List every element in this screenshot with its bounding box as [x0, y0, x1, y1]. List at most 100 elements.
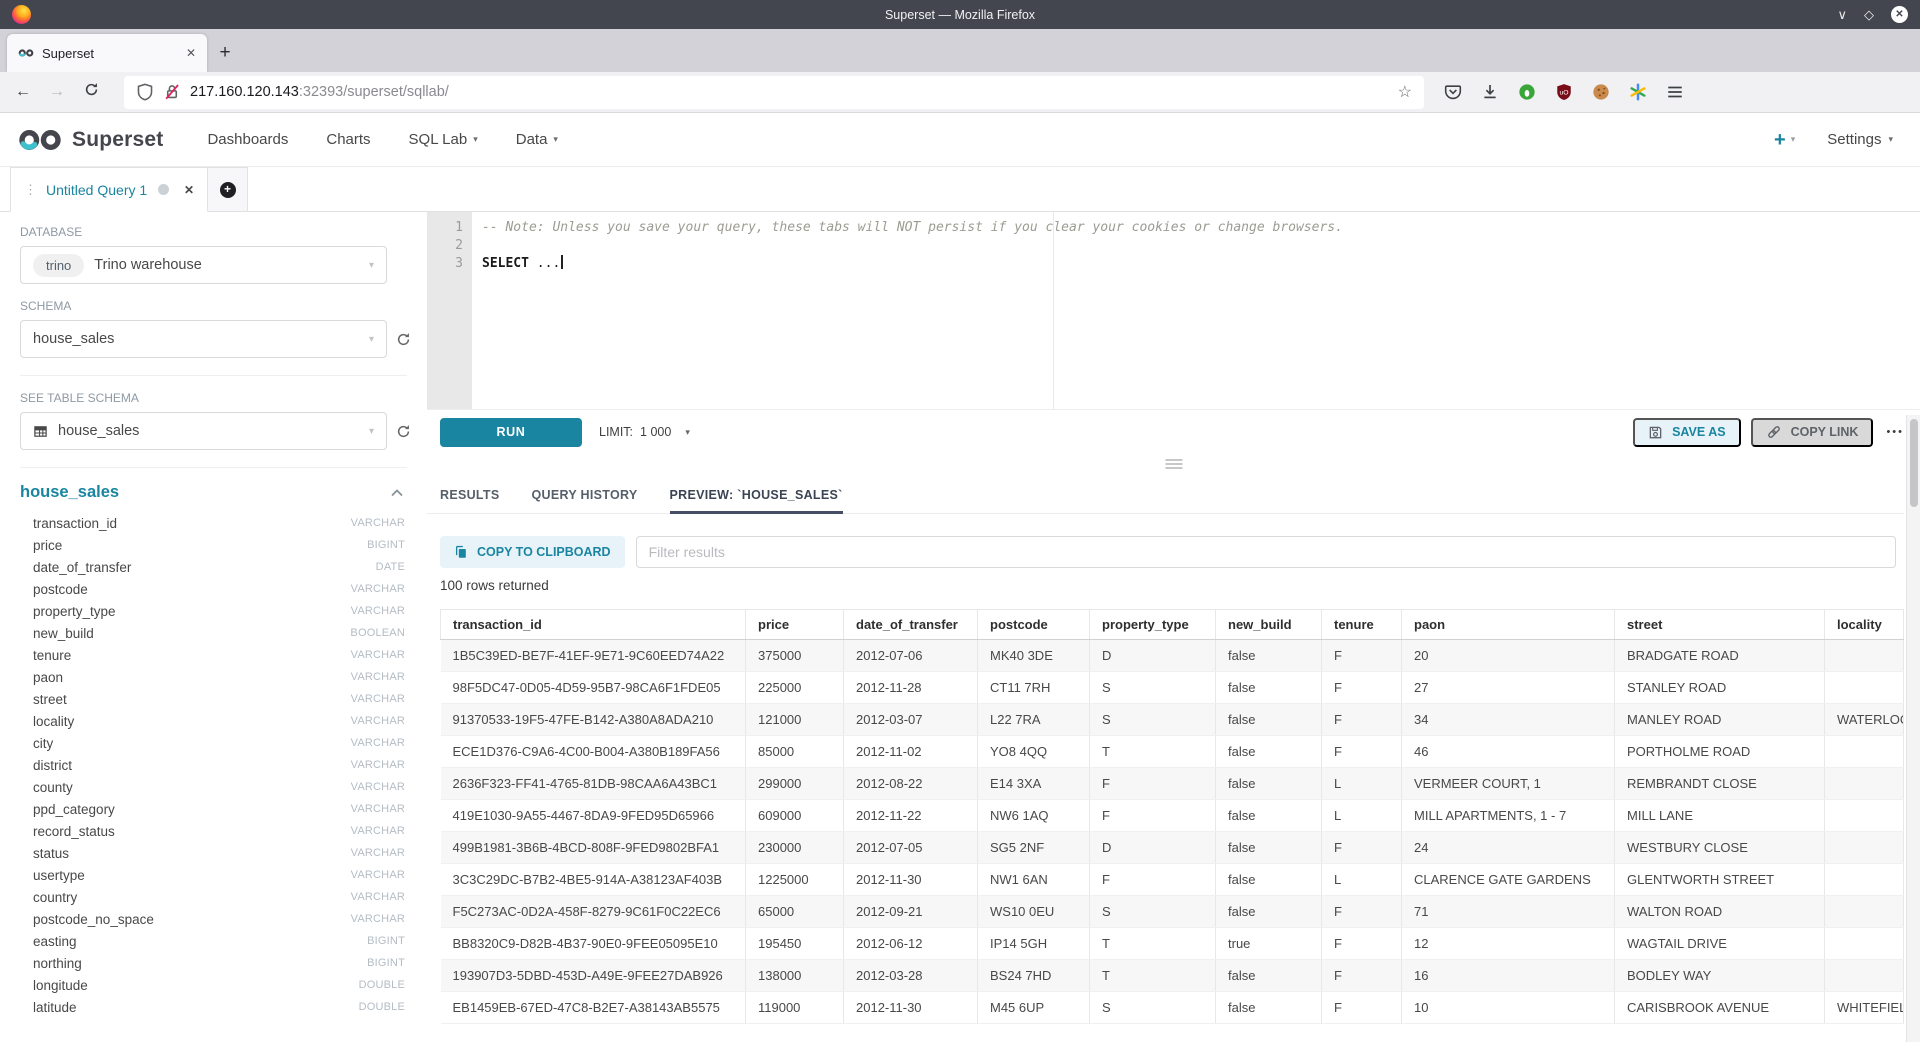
- table-cell: F: [1322, 672, 1402, 704]
- vertical-scrollbar[interactable]: [1906, 415, 1920, 1042]
- url-bar[interactable]: 217.160.120.143:32393/superset/sqllab/ ☆: [124, 76, 1424, 109]
- new-tab-button[interactable]: +: [207, 34, 243, 72]
- window-maximize-icon[interactable]: ◇: [1864, 8, 1874, 21]
- nav-item-sql-lab[interactable]: SQL Lab▾: [409, 131, 478, 148]
- column-name: locality: [33, 714, 74, 729]
- filter-results-input[interactable]: [636, 536, 1896, 568]
- column-type: VARCHAR: [351, 517, 405, 529]
- superset-logo[interactable]: Superset: [17, 128, 163, 152]
- column-header-tenure[interactable]: tenure: [1322, 610, 1402, 640]
- limit-dropdown[interactable]: LIMIT: 1 000 ▾: [599, 425, 690, 439]
- window-close-icon[interactable]: ✕: [1891, 6, 1908, 23]
- table-cell: EB1459EB-67ED-47C8-B2E7-A38143AB5575: [441, 992, 746, 1024]
- column-header-new_build[interactable]: new_build: [1216, 610, 1322, 640]
- schema-select[interactable]: house_sales ▾: [20, 320, 387, 358]
- column-name: latitude: [33, 1000, 77, 1015]
- tab-close-icon[interactable]: ✕: [186, 46, 196, 60]
- table-cell: F: [1090, 864, 1216, 896]
- caret-down-icon: ▾: [553, 134, 558, 145]
- browser-tab-superset[interactable]: Superset ✕: [7, 34, 207, 72]
- tab-query-history[interactable]: QUERY HISTORY: [532, 480, 638, 513]
- table-cell: D: [1090, 640, 1216, 672]
- insecure-lock-icon[interactable]: [163, 83, 181, 101]
- window-minimize-icon[interactable]: ∨: [1837, 8, 1847, 21]
- cookie-extension-icon[interactable]: [1592, 83, 1610, 101]
- refresh-schemas-button[interactable]: [396, 332, 411, 347]
- pane-resize-handle[interactable]: [1165, 459, 1182, 471]
- table-row: F5C273AC-0D2A-458F-8279-9C61F0C22EC66500…: [441, 896, 1904, 928]
- table-cell: WHITEFIELD: [1825, 992, 1904, 1024]
- nav-item-dashboards[interactable]: Dashboards: [207, 131, 288, 148]
- schema-column-row: streetVARCHAR: [33, 688, 405, 710]
- schema-column-row: paonVARCHAR: [33, 666, 405, 688]
- column-header-street[interactable]: street: [1615, 610, 1825, 640]
- line-number: 1: [427, 219, 463, 237]
- plus-circle-icon: +: [220, 182, 236, 198]
- run-query-button[interactable]: RUN: [440, 418, 582, 447]
- table-cell: CARISBROOK AVENUE: [1615, 992, 1825, 1024]
- column-header-price[interactable]: price: [746, 610, 844, 640]
- editor-toolbar: RUN LIMIT: 1 000 ▾ SAVE AS: [427, 410, 1904, 454]
- column-name: record_status: [33, 824, 115, 839]
- new-query-tab-button[interactable]: +: [208, 167, 248, 211]
- tab-menu-dots-icon[interactable]: ⋮: [24, 182, 37, 198]
- ublock-origin-icon[interactable]: uO: [1555, 83, 1573, 101]
- column-type: VARCHAR: [351, 869, 405, 881]
- column-header-property_type[interactable]: property_type: [1090, 610, 1216, 640]
- multicolor-asterisk-extension-icon[interactable]: [1629, 83, 1647, 101]
- refresh-icon: [396, 332, 411, 347]
- schema-column-row: new_buildBOOLEAN: [33, 622, 405, 644]
- downloads-icon[interactable]: [1481, 83, 1499, 101]
- table-cell: MANLEY ROAD: [1615, 704, 1825, 736]
- table-cell: [1825, 896, 1904, 928]
- nav-item-charts[interactable]: Charts: [326, 131, 370, 148]
- table-cell: M45 6UP: [978, 992, 1090, 1024]
- copy-to-clipboard-button[interactable]: COPY TO CLIPBOARD: [440, 536, 625, 568]
- save-as-button[interactable]: SAVE AS: [1633, 418, 1741, 447]
- column-header-date_of_transfer[interactable]: date_of_transfer: [844, 610, 978, 640]
- caret-down-icon: ▾: [685, 427, 690, 438]
- brand-name: Superset: [72, 128, 163, 152]
- back-button[interactable]: ←: [12, 83, 34, 101]
- schema-column-row: property_typeVARCHAR: [33, 600, 405, 622]
- tracking-shield-icon[interactable]: [136, 83, 154, 101]
- column-header-locality[interactable]: locality: [1825, 610, 1904, 640]
- database-select[interactable]: trino Trino warehouse ▾: [20, 246, 387, 284]
- column-name: district: [33, 758, 72, 773]
- blank-line: [482, 237, 1920, 255]
- table-cell: [1825, 960, 1904, 992]
- table-cell: 65000: [746, 896, 844, 928]
- query-tab-close-icon[interactable]: ✕: [184, 183, 194, 197]
- settings-menu[interactable]: Settings▾: [1827, 131, 1893, 148]
- column-name: new_build: [33, 626, 94, 641]
- query-tab-active[interactable]: ⋮ Untitled Query 1 ✕: [10, 167, 208, 212]
- scrollbar-thumb[interactable]: [1910, 419, 1918, 507]
- nav-item-data[interactable]: Data▾: [516, 131, 558, 148]
- table-cell: 121000: [746, 704, 844, 736]
- column-header-paon[interactable]: paon: [1402, 610, 1615, 640]
- bookmark-star-icon[interactable]: ☆: [1398, 82, 1412, 102]
- clipboard-copy-icon: [454, 545, 468, 559]
- editor-code-area[interactable]: -- Note: Unless you save your query, the…: [472, 212, 1920, 409]
- table-schema-header[interactable]: house_sales: [20, 483, 407, 502]
- tab-preview-house-sales-[interactable]: PREVIEW: `HOUSE_SALES`: [670, 480, 843, 513]
- reload-button[interactable]: [80, 82, 102, 102]
- table-select[interactable]: house_sales ▾: [20, 412, 387, 450]
- tab-results[interactable]: RESULTS: [440, 480, 500, 513]
- column-type: VARCHAR: [351, 891, 405, 903]
- column-header-postcode[interactable]: postcode: [978, 610, 1090, 640]
- column-header-transaction_id[interactable]: transaction_id: [441, 610, 746, 640]
- table-cell: CLARENCE GATE GARDENS: [1402, 864, 1615, 896]
- table-cell: F: [1322, 928, 1402, 960]
- chevron-up-icon[interactable]: [391, 489, 403, 497]
- table-cell: [1825, 928, 1904, 960]
- menu-hamburger-icon[interactable]: [1666, 83, 1684, 101]
- refresh-tables-button[interactable]: [396, 424, 411, 439]
- more-actions-button[interactable]: •••: [1886, 426, 1904, 438]
- table-row: EB1459EB-67ED-47C8-B2E7-A38143AB55751190…: [441, 992, 1904, 1024]
- add-new-button[interactable]: +▾: [1774, 130, 1795, 150]
- copy-link-button[interactable]: COPY LINK: [1751, 418, 1874, 447]
- pocket-icon[interactable]: [1444, 83, 1462, 101]
- privacy-badger-icon[interactable]: [1518, 83, 1536, 101]
- column-name: city: [33, 736, 53, 751]
